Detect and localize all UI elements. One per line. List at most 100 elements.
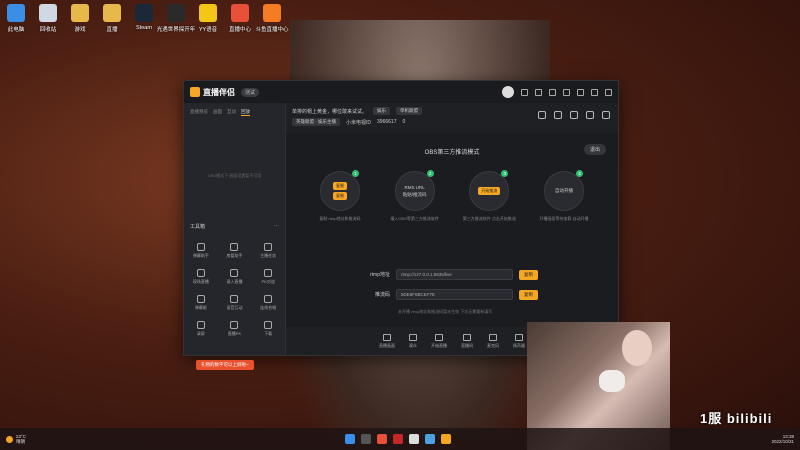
avatar[interactable]	[502, 86, 514, 98]
step-text: RMS URL	[404, 184, 425, 190]
tool-item[interactable]: 连线合唱	[251, 295, 285, 311]
bottom-bar-icon	[435, 333, 443, 341]
app-icon-3[interactable]	[409, 434, 419, 444]
desktop-icon-label: 光遇世界探开年	[156, 27, 196, 33]
desktop-icon[interactable]: 回收站	[32, 0, 64, 40]
key-input[interactable]: 5DE8F6BCEF7E	[396, 289, 513, 300]
headset-icon[interactable]	[521, 88, 528, 96]
bottom-bar-item[interactable]: 直播间	[461, 333, 473, 349]
maximize-icon[interactable]	[591, 88, 598, 96]
menu-icon[interactable]	[563, 88, 570, 96]
tool-item[interactable]: 弹幕助手	[184, 243, 218, 259]
likes-count: 0	[402, 119, 406, 125]
tool-icon	[230, 321, 239, 329]
bell-icon[interactable]	[586, 111, 594, 119]
tool-icon	[196, 295, 205, 303]
left-empty-text: OBS模式下 画面设置暂不可用	[207, 173, 262, 178]
tool-item[interactable]: 录屏	[184, 321, 218, 337]
tool-item[interactable]: 弹幕姬	[184, 295, 218, 311]
gift-icon[interactable]	[535, 88, 542, 96]
tool-icon	[230, 243, 239, 251]
desktop-icon[interactable]: 游戏	[64, 0, 96, 40]
system-tray[interactable]: 13:38 2022/10/31	[771, 434, 794, 445]
gift-box-icon[interactable]	[554, 111, 562, 119]
bottom-bar-item[interactable]: 扬声器	[513, 333, 525, 349]
tool-item[interactable]: 直播PK	[218, 321, 252, 337]
step-button[interactable]: 复制	[333, 192, 347, 200]
weather-widget[interactable]: 23°C 晴朗	[0, 434, 26, 445]
step-button[interactable]: 开始推流	[478, 187, 501, 195]
left-tab[interactable]: 互动	[227, 109, 236, 116]
tools-header: 工具箱 ⋯	[190, 223, 279, 230]
desktop-icon[interactable]: 直播中心	[224, 0, 256, 40]
desktop-icon[interactable]: Steam	[128, 0, 160, 40]
bottom-bar-label: 直播画面	[379, 342, 395, 348]
desktop-icon-label: 此电脑	[7, 27, 25, 33]
share-icon[interactable]	[602, 111, 610, 119]
version-badge[interactable]: 测试	[241, 87, 260, 97]
shirt-icon[interactable]	[549, 88, 556, 96]
desktop-icon[interactable]: 直播	[96, 0, 128, 40]
obs-step: 1 复制 复制 复制 rtmp地址和推流码	[310, 170, 370, 221]
desktop-icons: 此电脑 回收站 游戏 直播 Steam 光遇世界探开年 YY语音 直播中心 斗鱼…	[0, 0, 289, 40]
room-title[interactable]: 单排的帽上黄金，哪位敢来试试。	[292, 108, 367, 115]
taskbar-apps	[345, 434, 451, 444]
tool-item[interactable]: 主播任务	[251, 243, 285, 259]
weather: 晴朗	[16, 438, 25, 444]
obs-step: 2 RMS URL 粘贴/推流码 填入OBS等第三方推流软件	[385, 170, 445, 221]
category-tag[interactable]: 娱乐	[373, 107, 391, 115]
desktop-app-icon	[231, 4, 249, 22]
desktop-icon[interactable]: 光遇世界探开年	[157, 0, 195, 40]
app-titlebar: 直播伴侣 测试	[184, 81, 618, 103]
tool-item[interactable]: 现场直播	[184, 269, 218, 285]
desktop-app-icon	[103, 4, 121, 22]
tool-item[interactable]: PK对战	[251, 269, 285, 285]
bottom-bar-label: 直播间	[461, 342, 473, 348]
tool-item[interactable]: 下载	[251, 321, 285, 337]
tool-item[interactable]: 房管助手	[218, 243, 252, 259]
desktop-app-icon	[71, 4, 89, 22]
sub-tag[interactable]: 英雄联盟 · 娱乐主播	[292, 118, 340, 126]
close-icon[interactable]	[605, 88, 612, 96]
rtmp-copy-button[interactable]: 复制	[519, 269, 538, 280]
left-tab[interactable]: 画面	[213, 109, 222, 116]
step-circle: 3 开始推流	[469, 170, 510, 211]
logo-icon	[190, 87, 200, 97]
search-icon[interactable]	[361, 434, 371, 444]
bottom-bar-item[interactable]: 直播画面	[379, 333, 395, 349]
left-tab[interactable]: 回放	[241, 109, 250, 116]
exit-button[interactable]: 退出	[583, 144, 606, 155]
app-icon-1[interactable]	[377, 434, 387, 444]
bottom-bar-item[interactable]: 观众	[409, 333, 417, 349]
tool-item[interactable]: 语音互动	[218, 295, 252, 311]
desktop-icon-label: 斗鱼直播中心	[255, 27, 289, 33]
lock-icon[interactable]	[538, 111, 546, 119]
left-tab[interactable]: 直播预览	[190, 109, 208, 116]
tool-item[interactable]: 录入直播	[218, 269, 252, 285]
step-number: 4	[575, 170, 583, 177]
room-id: 3966617	[377, 119, 397, 125]
desktop-icon[interactable]: YY语音	[192, 0, 224, 40]
step-circle: 4 自动开播	[543, 170, 584, 211]
info-icon[interactable]	[570, 111, 578, 119]
category-value[interactable]: 单机联盟	[396, 107, 423, 115]
key-copy-button[interactable]: 复制	[519, 289, 538, 300]
desktop-icon[interactable]: 此电脑	[0, 0, 32, 40]
obs-step: 3 开始推流 第三方推流软件 点击开始推流	[459, 170, 519, 221]
bottom-bar-item[interactable]: 麦克风	[487, 333, 499, 349]
app-icon-5[interactable]	[441, 434, 451, 444]
bottom-bar-item[interactable]: 开始直播	[431, 333, 447, 349]
minimize-icon[interactable]	[577, 88, 584, 96]
tool-label: 弹幕姬	[194, 305, 207, 310]
start-icon[interactable]	[345, 434, 355, 444]
step-button[interactable]: 复制	[333, 182, 347, 190]
app-icon-4[interactable]	[425, 434, 435, 444]
rtmp-input[interactable]: rtmp://127.0.0.1:5935/live	[396, 269, 513, 280]
bottom-bar-icon	[383, 333, 391, 341]
bottom-bar-label: 扬声器	[513, 342, 525, 348]
desktop-icon[interactable]: 斗鱼直播中心	[255, 0, 289, 40]
toast[interactable]: 礼物的数字可以上屏啦~	[196, 360, 254, 370]
app-icon-2[interactable]	[393, 434, 403, 444]
more-icon[interactable]: ⋯	[274, 223, 279, 230]
app-name: 直播伴侣	[203, 87, 235, 97]
